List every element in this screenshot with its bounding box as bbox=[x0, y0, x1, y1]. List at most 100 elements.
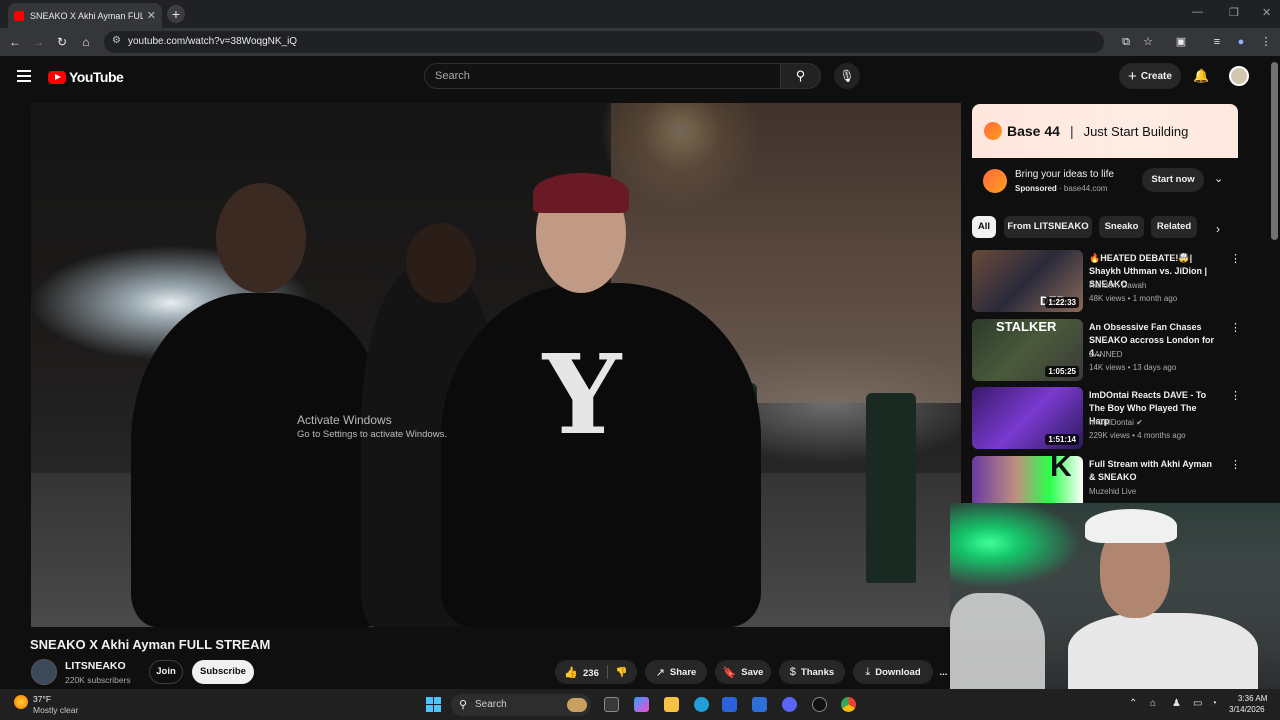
profile-icon[interactable]: ● bbox=[1234, 35, 1248, 49]
join-button[interactable]: Join bbox=[149, 660, 183, 684]
sponsored-label: Sponsored bbox=[1015, 184, 1057, 193]
chevron-right-icon[interactable]: › bbox=[1216, 222, 1220, 236]
video-person-left-head bbox=[216, 183, 306, 293]
browser-tab[interactable]: SNEAKO X Akhi Ayman FULL S ✕ bbox=[8, 3, 162, 28]
chip-from-litsneako[interactable]: From LITSNEAKO bbox=[1004, 216, 1092, 238]
site-info-icon[interactable]: ⚙ bbox=[112, 35, 121, 46]
more-vert-icon[interactable]: ⋮ bbox=[1230, 252, 1241, 265]
forward-arrow-icon[interactable]: → bbox=[30, 34, 46, 50]
recommendation-item[interactable]: STALKER 1:05:25 An Obsessive Fan Chases … bbox=[972, 319, 1272, 383]
recommendation-thumbnail[interactable]: 1:51:14 bbox=[972, 387, 1083, 449]
edge-icon[interactable] bbox=[694, 697, 709, 712]
create-label: Create bbox=[1140, 70, 1172, 82]
subscribe-button[interactable]: Subscribe bbox=[192, 660, 254, 684]
windows-start-icon[interactable] bbox=[426, 697, 441, 712]
copilot-icon[interactable] bbox=[634, 697, 649, 712]
advertiser-avatar-icon bbox=[983, 169, 1007, 193]
more-actions-button[interactable]: ... bbox=[937, 660, 950, 684]
file-explorer-icon[interactable] bbox=[664, 697, 679, 712]
notifications-bell-icon[interactable]: 🔔 bbox=[1193, 68, 1209, 84]
chrome-icon[interactable] bbox=[841, 697, 856, 712]
create-button[interactable]: + Create bbox=[1119, 63, 1181, 89]
task-view-icon[interactable] bbox=[604, 697, 619, 712]
thanks-label: Thanks bbox=[800, 666, 835, 678]
omnibox[interactable]: ⚙ youtube.com/watch?v=38WoqgNK_iQ bbox=[104, 31, 1104, 53]
more-vert-icon[interactable]: ⋮ bbox=[1230, 389, 1241, 402]
network-icon[interactable]: ⌂ bbox=[1150, 698, 1156, 709]
close-tab-icon[interactable]: ✕ bbox=[147, 9, 156, 22]
search-input[interactable]: Search bbox=[424, 63, 781, 89]
hamburger-menu-icon[interactable] bbox=[17, 70, 31, 82]
reload-icon[interactable]: ↻ bbox=[54, 34, 70, 50]
browser-menu-icon[interactable]: ⋮ bbox=[1259, 35, 1273, 49]
volume-icon[interactable]: ◔ bbox=[1211, 698, 1217, 709]
recommendation-item[interactable]: 1:51:14 ImDOntai Reacts DAVE - To The Bo… bbox=[972, 387, 1272, 451]
outlook-icon[interactable] bbox=[752, 697, 767, 712]
chip-sneako[interactable]: Sneako bbox=[1099, 216, 1144, 238]
search-icon: ⚲ bbox=[459, 699, 468, 711]
thumbnail-text: STALKER bbox=[996, 319, 1057, 334]
recommendation-channel[interactable]: Random Dawah bbox=[1089, 281, 1146, 290]
webcam-arm bbox=[950, 593, 1045, 689]
channel-name[interactable]: LITSNEAKO bbox=[65, 660, 126, 672]
channel-avatar[interactable] bbox=[31, 659, 57, 685]
recommendation-channel[interactable]: Muzehid Live bbox=[1089, 487, 1136, 496]
extensions-icon[interactable]: ▣ bbox=[1174, 35, 1188, 49]
webcam-beanie bbox=[1085, 509, 1177, 543]
taskbar-time[interactable]: 3:36 AM bbox=[1238, 694, 1267, 703]
youtube-header: YouTube Search ⚲ 🎙 + Create 🔔 bbox=[0, 56, 1280, 98]
discord-icon[interactable] bbox=[782, 697, 797, 712]
bookmark-star-icon[interactable]: ☆ bbox=[1141, 35, 1155, 49]
save-button[interactable]: 🔖 Save bbox=[715, 660, 771, 684]
account-avatar[interactable] bbox=[1229, 66, 1249, 86]
reading-list-icon[interactable]: ≡ bbox=[1210, 35, 1224, 49]
maximize-icon[interactable]: ❐ bbox=[1229, 6, 1239, 19]
dislike-button[interactable]: 👎 bbox=[616, 667, 628, 678]
page-scrollbar[interactable] bbox=[1271, 62, 1278, 240]
ad-banner[interactable]: Base 44 | Just Start Building bbox=[972, 104, 1238, 158]
display-icon[interactable]: ▭ bbox=[1193, 698, 1202, 709]
recommendation-item[interactable]: DEB 1:22:33 🔥HEATED DEBATE!🤯| Shaykh Uth… bbox=[972, 250, 1272, 314]
ad-tagline: Just Start Building bbox=[1083, 123, 1189, 139]
tray-chevron-up-icon[interactable]: ⌃ bbox=[1129, 698, 1137, 709]
chip-all[interactable]: All bbox=[972, 216, 996, 238]
taskbar-search[interactable]: ⚲ Search bbox=[451, 694, 591, 716]
install-app-icon[interactable]: ⧉ bbox=[1119, 35, 1133, 49]
store-icon[interactable] bbox=[722, 697, 737, 712]
recommendation-channel[interactable]: BANNED bbox=[1089, 350, 1122, 359]
weather-temp[interactable]: 37°F bbox=[33, 694, 51, 704]
video-player[interactable]: Y Activate Windows Go to Settings to act… bbox=[31, 103, 961, 627]
more-vert-icon[interactable]: ⋮ bbox=[1230, 321, 1241, 334]
weather-condition[interactable]: Mostly clear bbox=[33, 705, 78, 715]
recommendation-thumbnail[interactable]: K bbox=[972, 456, 1083, 504]
new-tab-button[interactable]: + bbox=[167, 5, 185, 23]
recommendation-item[interactable]: K Full Stream with Akhi Ayman & SNEAKO M… bbox=[972, 456, 1272, 504]
recommendation-channel[interactable]: ImStillDontai ✔ bbox=[1089, 418, 1143, 427]
verified-check-icon: ✔ bbox=[1136, 418, 1143, 427]
home-icon[interactable]: ⌂ bbox=[78, 34, 94, 50]
thumbs-up-icon: 👍 bbox=[564, 666, 578, 679]
thanks-button[interactable]: $ Thanks bbox=[779, 660, 845, 684]
search-button[interactable]: ⚲ bbox=[781, 63, 821, 89]
recommendation-thumbnail[interactable]: DEB 1:22:33 bbox=[972, 250, 1083, 312]
chip-related[interactable]: Related bbox=[1151, 216, 1197, 238]
weather-icon[interactable] bbox=[14, 695, 28, 709]
close-window-icon[interactable]: ✕ bbox=[1262, 6, 1271, 19]
ad-start-now-button[interactable]: Start now bbox=[1142, 168, 1204, 192]
share-button[interactable]: ↗ Share bbox=[645, 660, 707, 684]
like-button[interactable]: 👍 236 bbox=[564, 666, 599, 679]
more-vert-icon[interactable]: ⋮ bbox=[1230, 458, 1241, 471]
taskbar-date[interactable]: 3/14/2026 bbox=[1229, 705, 1265, 714]
recommendation-title[interactable]: Full Stream with Akhi Ayman & SNEAKO bbox=[1089, 458, 1219, 484]
recommendation-thumbnail[interactable]: STALKER 1:05:25 bbox=[972, 319, 1083, 381]
obs-icon[interactable] bbox=[812, 697, 827, 712]
youtube-logo[interactable]: YouTube bbox=[48, 69, 124, 85]
back-arrow-icon[interactable]: ← bbox=[7, 34, 23, 50]
download-button[interactable]: ⤓ Download bbox=[853, 660, 933, 684]
tray-app-icon[interactable]: ♟ bbox=[1172, 698, 1181, 709]
minimize-icon[interactable]: — bbox=[1192, 6, 1203, 18]
chevron-down-icon[interactable]: ⌄ bbox=[1214, 172, 1223, 185]
activate-windows-watermark: Activate Windows Go to Settings to activ… bbox=[297, 413, 447, 440]
voice-search-button[interactable]: 🎙 bbox=[834, 63, 860, 89]
ad-headline: Bring your ideas to life bbox=[1015, 169, 1114, 180]
